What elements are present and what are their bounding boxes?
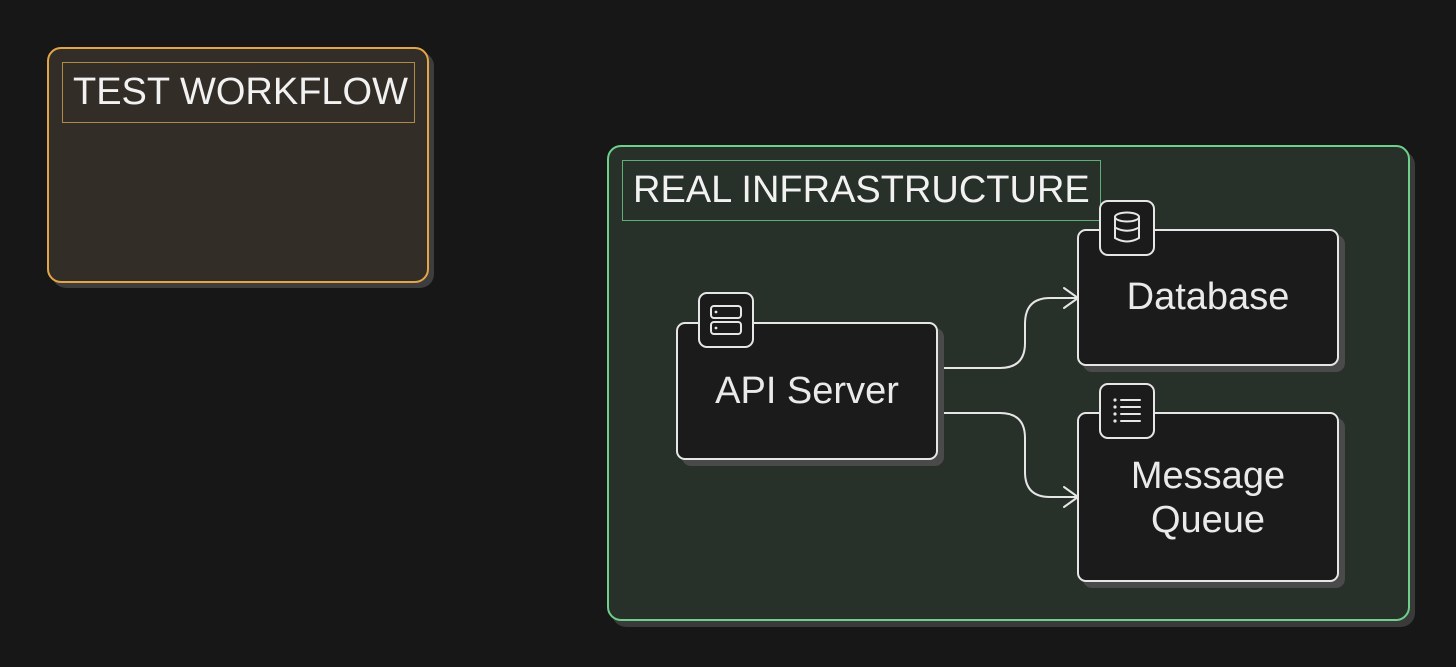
message-queue-label-line2: Queue [1150,499,1266,541]
test-workflow-group[interactable]: TEST WORKFLOW [47,47,429,283]
message-queue-label-line1: Message [1130,455,1286,498]
server-icon [698,292,754,348]
database-icon [1099,200,1155,256]
api-server-label: API Server [715,370,899,413]
list-icon [1099,383,1155,439]
test-workflow-title: TEST WORKFLOW [62,62,415,123]
real-infrastructure-title: REAL INFRASTRUCTURE [622,160,1101,221]
database-label: Database [1126,275,1290,318]
